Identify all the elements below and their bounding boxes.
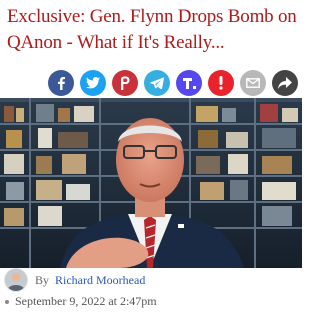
truth-social-share-button[interactable] [176,70,202,96]
author-avatar[interactable] [4,268,28,292]
telegram-icon [150,77,164,89]
facebook-share-button[interactable] [48,70,74,96]
byline: By Richard Moorhead [4,268,145,292]
share-button[interactable] [272,70,298,96]
facebook-icon [55,76,67,90]
twitter-icon [86,77,100,89]
share-bar [48,70,298,96]
email-share-button[interactable] [240,70,266,96]
byline-prefix: By [35,272,50,287]
gettr-share-button[interactable] [208,70,234,96]
article-hero-image[interactable] [0,98,302,268]
publish-date: September 9, 2022 at 2:47pm [15,294,157,308]
truth-social-icon [182,77,196,90]
article-headline[interactable]: Exclusive: Gen. Flynn Drops Bomb on QAno… [7,4,299,56]
parler-share-button[interactable] [112,70,138,96]
publish-date-row: September 9, 2022 at 2:47pm [5,294,157,309]
telegram-share-button[interactable] [144,70,170,96]
twitter-share-button[interactable] [80,70,106,96]
email-icon [246,78,260,88]
bullet-icon [5,299,9,304]
parler-icon [119,76,131,90]
share-icon [278,77,292,89]
gettr-icon [217,76,225,90]
author-link[interactable]: Richard Moorhead [55,273,145,288]
